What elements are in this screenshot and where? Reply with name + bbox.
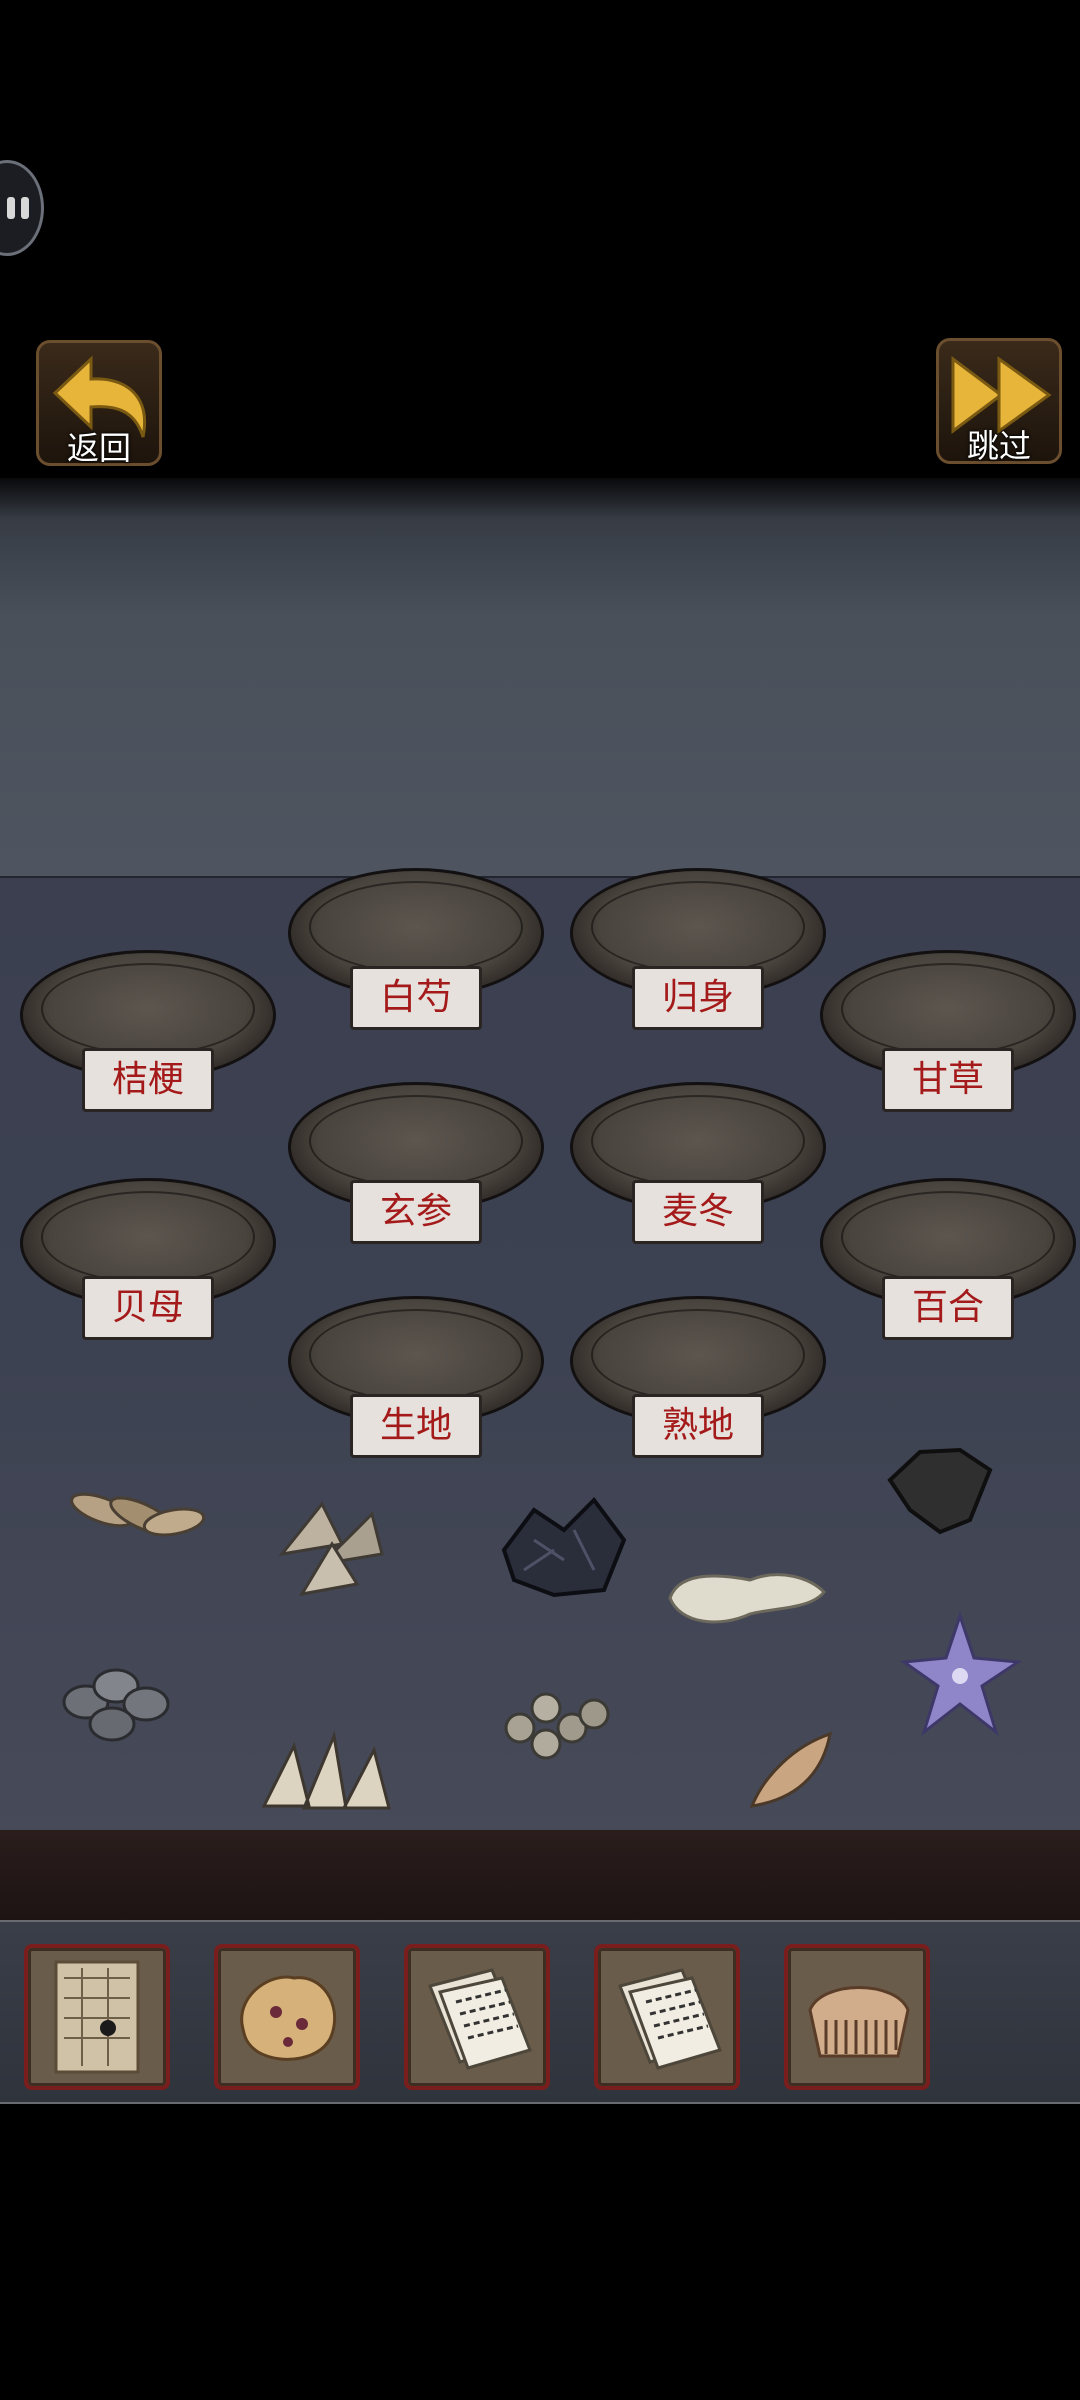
- plate-label: 归身: [632, 966, 764, 1030]
- inventory-slot[interactable]: [594, 1944, 740, 2090]
- back-label: 返回: [66, 429, 131, 467]
- herb-dark-chunks[interactable]: [494, 1490, 632, 1602]
- herb-slices-beige[interactable]: [262, 1484, 412, 1604]
- table-edge: [0, 1830, 1080, 1920]
- skip-button[interactable]: 跳过: [936, 338, 1062, 465]
- herb-round-seeds[interactable]: [490, 1668, 618, 1776]
- plate-baihe[interactable]: 百合: [820, 1178, 1076, 1340]
- plate-beimu[interactable]: 贝母: [20, 1178, 276, 1340]
- herb-grey-discs[interactable]: [56, 1652, 186, 1752]
- plate-gancao[interactable]: 甘草: [820, 950, 1076, 1112]
- back-button[interactable]: 返回: [36, 340, 162, 467]
- plate-label: 百合: [882, 1276, 1014, 1340]
- back-wall: [0, 478, 1080, 876]
- papers-icon: [427, 1968, 532, 2070]
- herb-yam-root[interactable]: [744, 1726, 838, 1816]
- inventory-slot[interactable]: [214, 1944, 360, 2090]
- plate-shudi[interactable]: 熟地: [570, 1296, 826, 1458]
- inventory-slot[interactable]: [24, 1944, 170, 2090]
- inventory-slot[interactable]: [404, 1944, 550, 2090]
- plate-label: 贝母: [82, 1276, 214, 1340]
- plate-label: 生地: [350, 1394, 482, 1458]
- pause-icon: [7, 197, 15, 219]
- pause-button[interactable]: [0, 160, 44, 256]
- herb-root-sticks[interactable]: [62, 1470, 214, 1562]
- inventory-bar: [0, 1920, 1080, 2104]
- plate-maidong[interactable]: 麦冬: [570, 1082, 826, 1244]
- plate-label: 白芍: [350, 966, 482, 1030]
- skip-label: 跳过: [966, 427, 1031, 465]
- papers-icon: [617, 1968, 722, 2070]
- inventory-slot[interactable]: [784, 1944, 930, 2090]
- plate-label: 桔梗: [82, 1048, 214, 1112]
- plate-label: 麦冬: [632, 1180, 764, 1244]
- plate-shengdi[interactable]: 生地: [288, 1296, 544, 1458]
- plate-xuanshen[interactable]: 玄参: [288, 1082, 544, 1244]
- herb-dried-leaf[interactable]: [880, 1440, 1000, 1538]
- map-icon: [54, 1960, 140, 2074]
- plate-label: 玄参: [350, 1180, 482, 1244]
- plate-baishao[interactable]: 白芍: [288, 868, 544, 1030]
- comb-icon: [808, 1986, 910, 2058]
- herb-shredded-bark[interactable]: [254, 1716, 402, 1820]
- herb-purple-flower[interactable]: [900, 1612, 1022, 1740]
- herb-pale-root[interactable]: [660, 1558, 830, 1632]
- plate-label: 熟地: [632, 1394, 764, 1458]
- fungus-icon: [240, 1975, 337, 2061]
- plate-guishen[interactable]: 归身: [570, 868, 826, 1030]
- plate-label: 甘草: [882, 1048, 1014, 1112]
- plate-jiegeng[interactable]: 桔梗: [20, 950, 276, 1112]
